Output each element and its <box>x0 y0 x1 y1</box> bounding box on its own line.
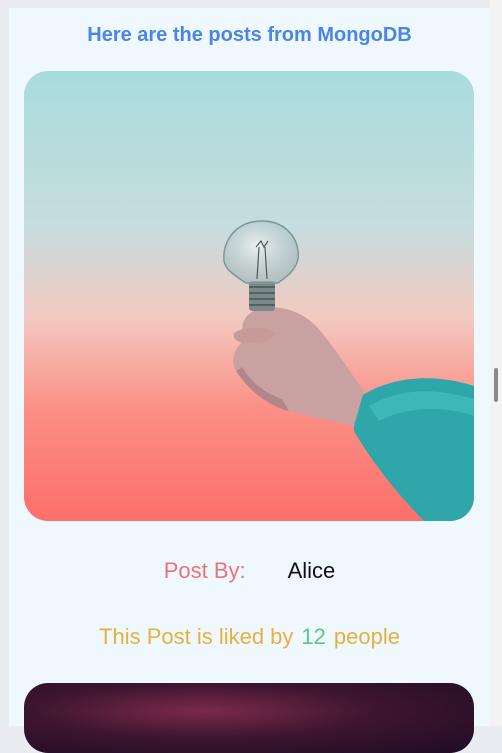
post-byline: Post By: Alice <box>9 558 490 584</box>
likes-count: 12 <box>301 624 326 649</box>
scrollbar-thumb[interactable] <box>494 368 498 402</box>
vertical-scrollbar[interactable] <box>490 0 502 726</box>
page-title: Here are the posts from MongoDB <box>87 24 412 46</box>
likes-prefix: This Post is liked by <box>99 624 294 649</box>
post-author: Alice <box>287 558 336 583</box>
post-by-label: Post By: <box>163 558 246 583</box>
post-likes: This Post is liked by 12 people <box>9 624 490 650</box>
post-image <box>24 683 474 753</box>
posts-feed: Here are the posts from MongoDB Post By:… <box>9 8 490 753</box>
likes-suffix: people <box>333 624 400 649</box>
post-image <box>24 71 474 521</box>
